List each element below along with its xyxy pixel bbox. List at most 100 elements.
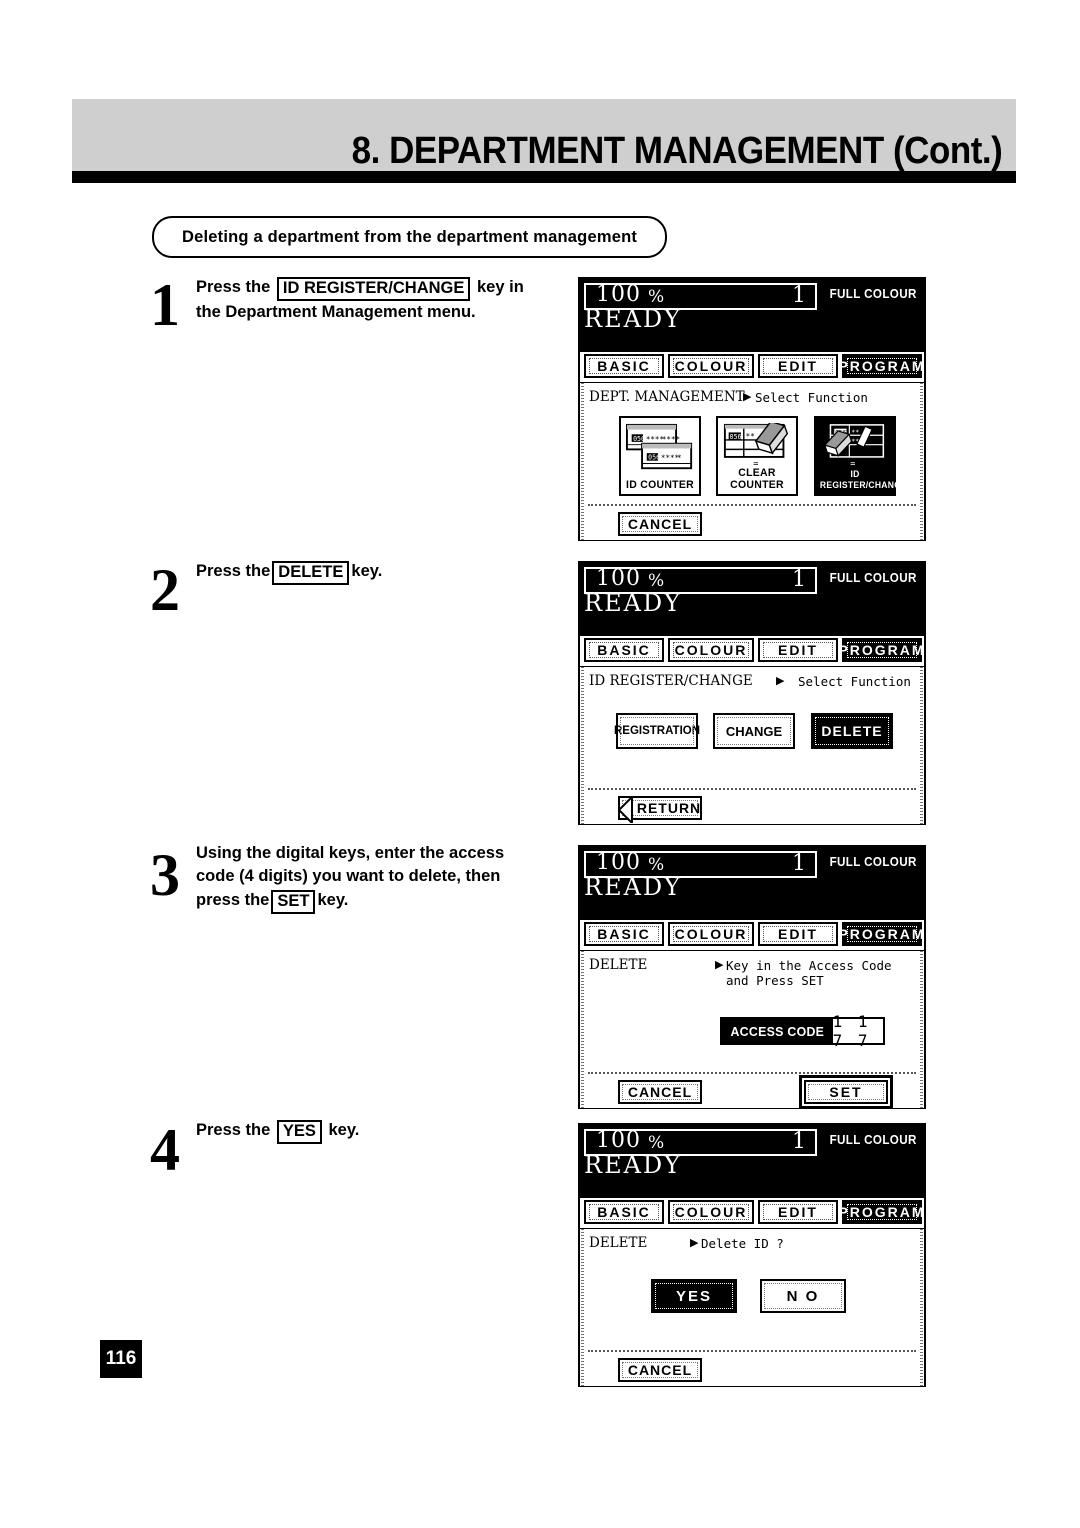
- lcd-panel-dept-management: 100 % 1 FULL COLOUR READY BASIC COLOUR E…: [578, 277, 926, 541]
- tab-program-2[interactable]: PROGRAM: [838, 638, 924, 662]
- percent-symbol-3: %: [648, 855, 665, 875]
- yes-button[interactable]: YES: [651, 1279, 737, 1313]
- tab-program-1[interactable]: PROGRAM: [838, 354, 924, 378]
- breadcrumb-left-1: DEPT. MANAGEMENT: [589, 389, 745, 405]
- breadcrumb-arrow-4: ▶: [690, 1236, 699, 1249]
- cancel-button-3[interactable]: CANCEL: [618, 1080, 702, 1104]
- tab-basic-2[interactable]: BASIC: [584, 638, 664, 662]
- zoom-value-3: 100: [596, 850, 641, 875]
- return-button[interactable]: RETURN: [618, 796, 702, 823]
- step-3-line-1: Using the digital keys, enter the access: [196, 844, 505, 862]
- lcd-divider-3: [588, 1072, 916, 1074]
- lcd-status-bar-1: 100 % 1 FULL COLOUR READY: [580, 279, 924, 352]
- svg-text:*: *: [677, 454, 682, 463]
- breadcrumb-left-4: DELETE: [589, 1235, 648, 1251]
- page-header-band: 8. DEPARTMENT MANAGEMENT (Cont.): [72, 99, 1016, 172]
- header-rule: [72, 171, 1016, 183]
- copy-count-4: 1: [792, 1129, 806, 1154]
- breadcrumb-right-1: Select Function: [755, 390, 868, 405]
- step-4-line-1: Press the YES key.: [196, 1119, 561, 1145]
- lcd-tab-bar-3: BASIC COLOUR EDIT PROGRAM: [580, 920, 924, 951]
- tab-edit-2[interactable]: EDIT: [758, 638, 838, 662]
- lcd-status-bar-4: 100 % 1 FULL COLOUR READY: [580, 1125, 924, 1198]
- keycap-yes: YES: [276, 1120, 322, 1145]
- colour-mode-4: FULL COLOUR: [829, 1133, 917, 1147]
- breadcrumb-left-2: ID REGISTER/CHANGE: [589, 673, 753, 689]
- lcd-tab-bar-2: BASIC COLOUR EDIT PROGRAM: [580, 636, 924, 667]
- tab-edit-3[interactable]: EDIT: [758, 922, 838, 946]
- lcd-divider-4: [588, 1350, 916, 1352]
- tile-clear-counter[interactable]: 056 ** = CLEAR COUNTER: [716, 416, 798, 496]
- copy-count-1: 1: [792, 283, 806, 308]
- id-register-change-icon: 056 ** **** =: [821, 423, 889, 472]
- tab-basic-4[interactable]: BASIC: [584, 1200, 664, 1224]
- tab-edit-4[interactable]: EDIT: [758, 1200, 838, 1224]
- cancel-button-4[interactable]: CANCEL: [618, 1358, 702, 1382]
- svg-text:056: 056: [730, 433, 742, 441]
- svg-text:056: 056: [633, 435, 645, 443]
- percent-symbol-1: %: [648, 287, 665, 307]
- keycap-delete: DELETE: [272, 561, 350, 586]
- lcd-divider-2: [588, 788, 916, 790]
- step-3-line-2: code (4 digits) you want to delete, then: [196, 867, 501, 886]
- tile-label-clear-counter: CLEAR COUNTER: [730, 467, 784, 491]
- lcd-panel-delete-confirm: 100 % 1 FULL COLOUR READY BASIC COLOUR E…: [578, 1123, 926, 1387]
- tile-id-counter[interactable]: 056 **** **** 056 **** * ID COUNTER: [619, 416, 701, 496]
- copy-count-3: 1: [792, 851, 806, 876]
- tab-edit-1[interactable]: EDIT: [758, 354, 838, 378]
- breadcrumb-arrow-3: ▶: [715, 958, 724, 971]
- tile-id-register-change[interactable]: 056 ** **** = ID REGISTER/CHANGE: [814, 416, 908, 496]
- status-text-4: READY: [584, 1151, 683, 1179]
- id-counter-icon: 056 **** **** 056 **** *: [626, 423, 694, 472]
- access-code-field[interactable]: ACCESS CODE 1 1 7 7: [720, 1012, 885, 1050]
- tab-basic-3[interactable]: BASIC: [584, 922, 664, 946]
- copy-count-2: 1: [792, 567, 806, 592]
- zoom-value-4: 100: [596, 1128, 641, 1153]
- change-button[interactable]: CHANGE: [713, 713, 795, 749]
- lcd-content-4: DELETE ▶ Delete ID ? YES N O CANCEL: [580, 1229, 924, 1386]
- svg-text:****: ****: [662, 435, 680, 444]
- zoom-value-1: 100: [596, 282, 641, 307]
- breadcrumb-right-line2-3: and Press SET: [726, 973, 824, 988]
- tile-label-id-counter: ID COUNTER: [626, 479, 694, 491]
- section-capsule-label: Deleting a department from the departmen…: [182, 227, 638, 246]
- step-text-3: Using the digital keys, enter the access…: [196, 842, 564, 915]
- lcd-content-1: DEPT. MANAGEMENT ▶ Select Function 056 *…: [580, 383, 924, 540]
- keycap-set: SET: [271, 889, 316, 915]
- colour-mode-3: FULL COLOUR: [829, 855, 917, 869]
- step-number-2: 2: [150, 557, 180, 623]
- breadcrumb-arrow-2: ▶: [776, 674, 785, 687]
- cancel-button-1[interactable]: CANCEL: [618, 512, 702, 536]
- tab-colour-4[interactable]: COLOUR: [668, 1200, 754, 1224]
- lcd-status-bar-2: 100 % 1 FULL COLOUR READY: [580, 563, 924, 636]
- page-title: 8. DEPARTMENT MANAGEMENT (Cont.): [351, 130, 1002, 172]
- section-capsule: Deleting a department from the departmen…: [152, 216, 668, 258]
- registration-button[interactable]: REGISTRATION: [614, 713, 700, 749]
- step-1-line-2: the Department Management menu.: [196, 303, 476, 322]
- keycap-id-register-change: ID REGISTER/CHANGE: [276, 277, 471, 302]
- delete-button[interactable]: DELETE: [811, 713, 893, 749]
- access-code-value[interactable]: 1 1 7 7: [832, 1012, 883, 1050]
- tab-program-3[interactable]: PROGRAM: [838, 922, 924, 946]
- breadcrumb-arrow-1: ▶: [743, 390, 752, 403]
- lcd-tab-bar-4: BASIC COLOUR EDIT PROGRAM: [580, 1198, 924, 1229]
- tab-colour-2[interactable]: COLOUR: [668, 638, 754, 662]
- page-number-badge: 116: [100, 1340, 142, 1378]
- tab-program-4[interactable]: PROGRAM: [838, 1200, 924, 1224]
- tab-colour-3[interactable]: COLOUR: [668, 922, 754, 946]
- step-1-line-1: Press the ID REGISTER/CHANGE key in: [196, 276, 561, 302]
- status-text-1: READY: [584, 305, 683, 333]
- tab-colour-1[interactable]: COLOUR: [668, 354, 754, 378]
- step-2-line-1: Press the DELETE key.: [196, 560, 561, 586]
- lcd-content-2: ID REGISTER/CHANGE ▶ Select Function REG…: [580, 667, 924, 824]
- tab-basic-1[interactable]: BASIC: [584, 354, 664, 378]
- breadcrumb-right-line1-3: Key in the Access Code: [726, 958, 892, 973]
- svg-text:**: **: [746, 432, 755, 441]
- set-button[interactable]: SET: [799, 1075, 893, 1109]
- tile-label-id-register-change: ID REGISTER/CHANGE: [819, 469, 908, 491]
- status-text-3: READY: [584, 873, 683, 901]
- svg-text:=: =: [850, 459, 855, 469]
- no-button[interactable]: N O: [760, 1279, 846, 1313]
- lcd-status-bar-3: 100 % 1 FULL COLOUR READY: [580, 847, 924, 920]
- lcd-divider-1: [588, 504, 916, 506]
